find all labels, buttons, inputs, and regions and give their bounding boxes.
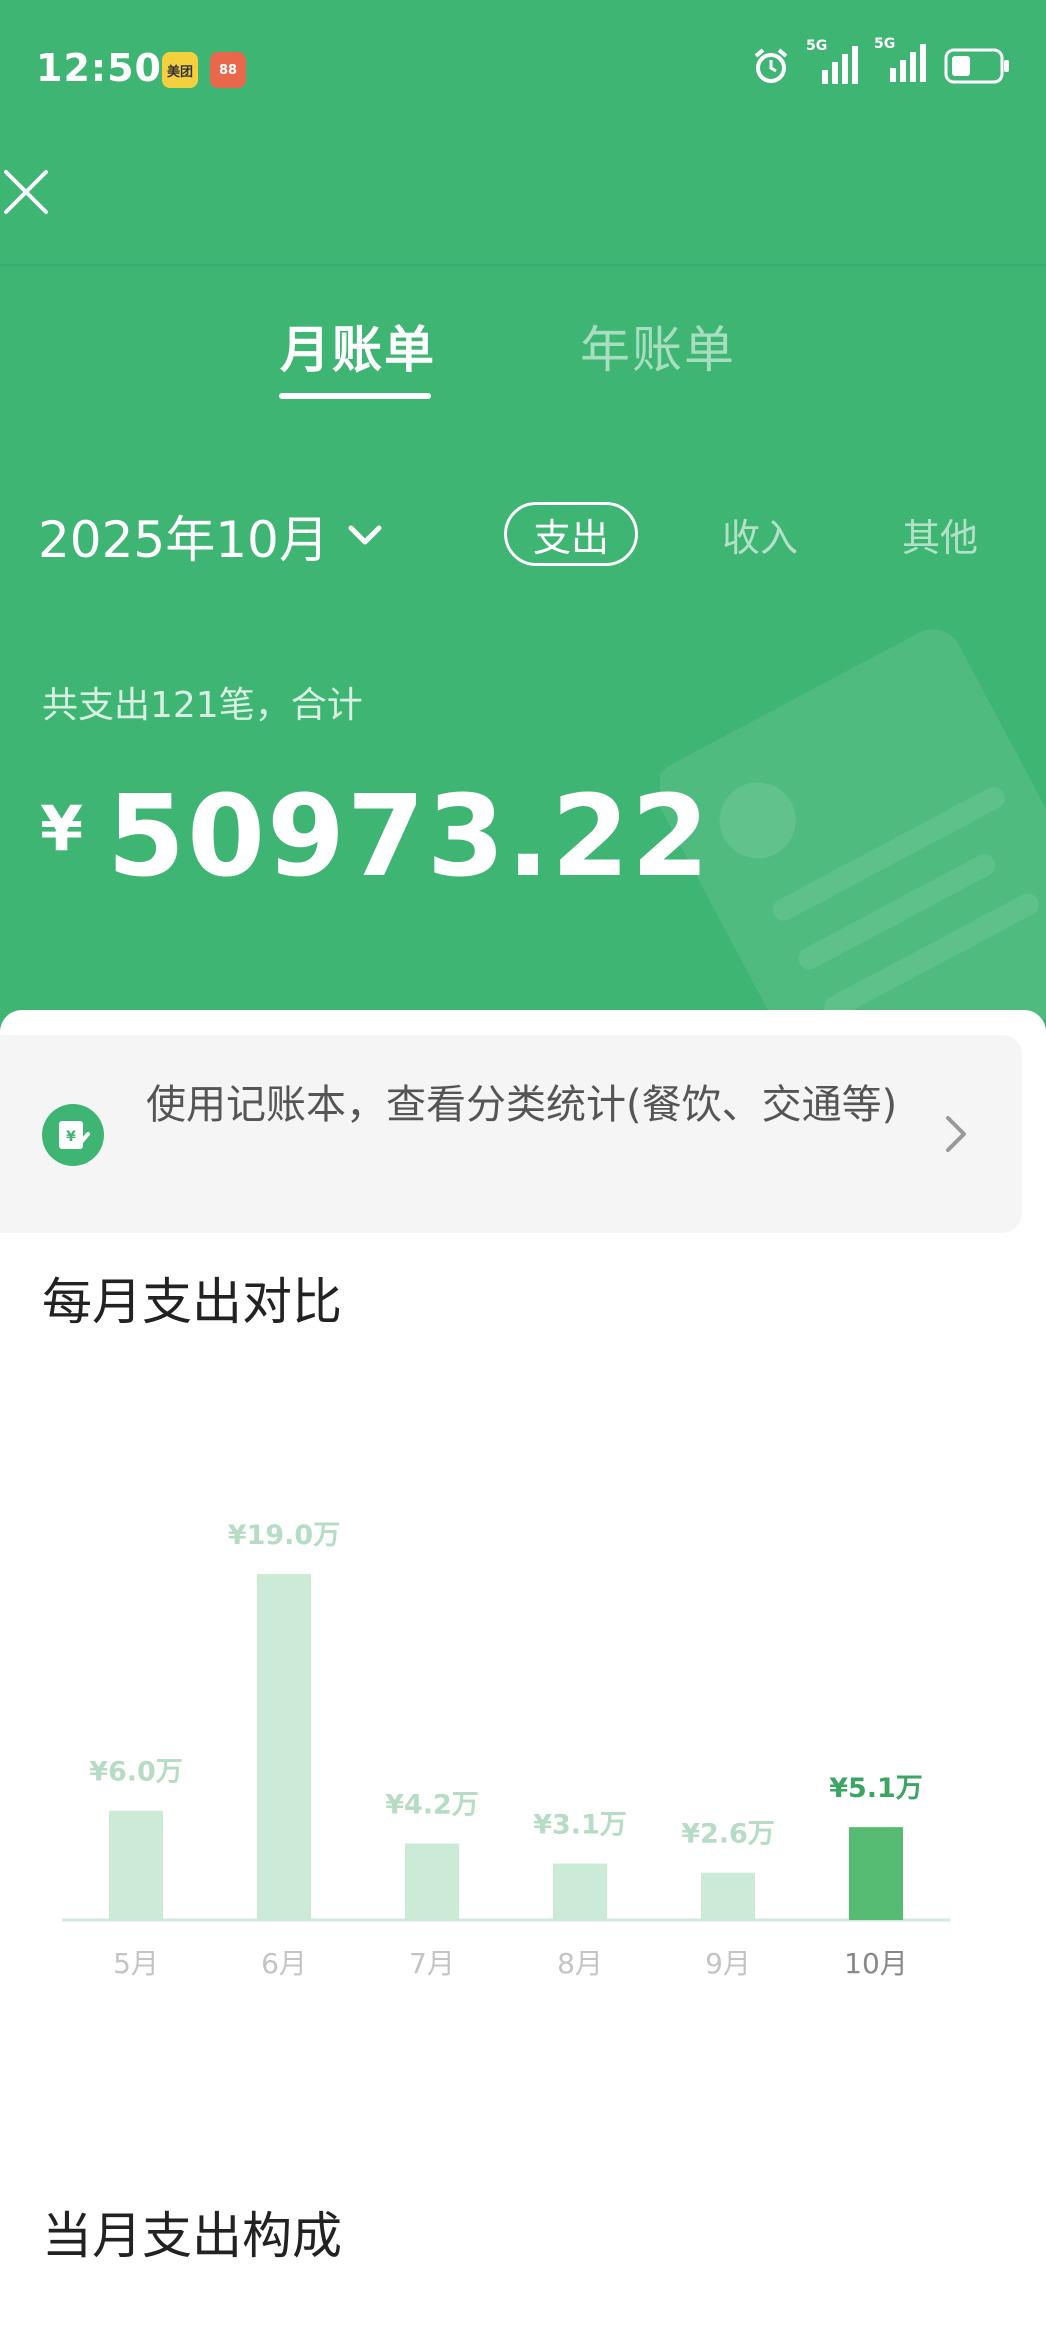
svg-text:¥: ¥	[66, 1129, 76, 1145]
income-filter-button[interactable]: 收入	[700, 502, 820, 566]
bill-header: 12:50 美团 88 5G 5G 月账单 年账单 2025年10月 支出 收入…	[0, 0, 1046, 1045]
ledger-banner[interactable]	[0, 1035, 1022, 1233]
monthly-compare-title: 每月支出对比	[42, 1273, 342, 1331]
chevron-down-icon	[348, 525, 382, 545]
ledger-icon: ¥	[42, 1104, 104, 1166]
x-tick-label: 9月	[705, 1947, 751, 1980]
x-tick-label: 5月	[113, 1947, 159, 1980]
status-time: 12:50	[36, 46, 162, 90]
status-bar: 12:50 美团 88 5G 5G	[0, 0, 1046, 140]
data-label: ¥2.6万	[681, 1819, 775, 1850]
total-amount: ¥ 50973.22	[40, 772, 711, 902]
expense-filter-button[interactable]: 支出	[504, 502, 638, 566]
monthly-expense-chart: ¥6.0万 5月 ¥19.0万 6月 ¥4.2万 7月 ¥3.1万 8月 ¥2.6万 9月 ¥5.1…	[62, 1520, 950, 1980]
chevron-right-icon	[946, 1116, 966, 1152]
bar-5月[interactable]	[109, 1810, 163, 1920]
battery-icon	[944, 48, 1009, 84]
alarm-icon	[754, 48, 788, 83]
signal-icon: 5G	[806, 38, 858, 86]
currency-symbol: ¥	[40, 792, 84, 865]
tab-yearly-bill[interactable]: 年账单	[580, 310, 736, 382]
bill-illustration	[660, 629, 1046, 1045]
x-tick-label: 8月	[557, 1947, 603, 1980]
active-tab-indicator	[279, 393, 431, 399]
ledger-banner-text: 使用记账本，查看分类统计(餐饮、交通等)	[146, 1082, 898, 1128]
data-label: ¥5.1万	[829, 1773, 923, 1804]
notification-app-icon: 88	[210, 52, 246, 88]
bar-8月[interactable]	[553, 1863, 607, 1920]
month-selector[interactable]: 2025年10月	[38, 500, 383, 572]
selected-month: 2025年10月	[38, 511, 329, 569]
data-label: ¥3.1万	[533, 1810, 627, 1841]
data-label: ¥4.2万	[385, 1790, 479, 1821]
tab-monthly-bill[interactable]: 月账单	[280, 310, 436, 382]
month-composition-title: 当月支出构成	[42, 2207, 342, 2265]
signal-icon-2: 5G	[874, 36, 926, 88]
close-icon[interactable]	[0, 166, 52, 218]
data-label: ¥19.0万	[228, 1520, 340, 1551]
header-divider	[0, 264, 1046, 266]
data-label: ¥6.0万	[89, 1757, 183, 1788]
x-tick-label: 10月	[844, 1947, 908, 1980]
bar-10月[interactable]	[849, 1827, 903, 1920]
bar-9月[interactable]	[701, 1872, 755, 1920]
expense-count-summary: 共支出121笔，合计	[42, 685, 363, 726]
meituan-app-icon: 美团	[162, 52, 198, 88]
x-tick-label: 7月	[409, 1947, 455, 1980]
other-filter-button[interactable]: 其他	[880, 502, 1000, 566]
status-icons: 5G 5G	[752, 36, 1010, 88]
x-tick-label: 6月	[261, 1947, 307, 1980]
bar-7月[interactable]	[405, 1843, 459, 1920]
bar-6月[interactable]	[257, 1574, 311, 1920]
total-amount-value: 50973.22	[107, 772, 712, 902]
